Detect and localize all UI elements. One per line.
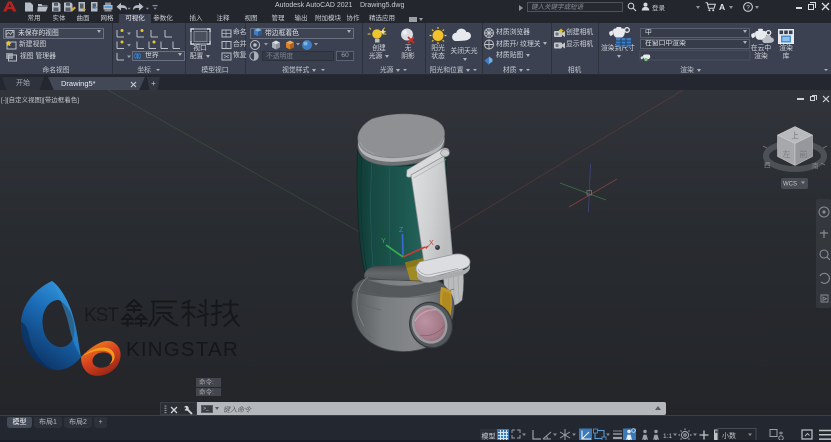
svg-text:南: 南 (812, 161, 819, 170)
svg-text:1:1: 1:1 (663, 433, 672, 440)
svg-text:KINGSTAR: KINGSTAR (126, 338, 239, 361)
svg-text:WCS: WCS (783, 182, 797, 188)
svg-text:左: 左 (783, 149, 791, 159)
svg-text:X: X (429, 240, 434, 247)
svg-text:Z: Z (399, 227, 404, 234)
svg-text:?: ? (746, 4, 750, 11)
svg-text:前: 前 (800, 149, 808, 159)
svg-text:小数: 小数 (722, 431, 736, 440)
svg-text:KST: KST (84, 305, 119, 326)
svg-text:Y: Y (381, 238, 386, 245)
svg-text:上: 上 (791, 131, 799, 140)
svg-text:模型: 模型 (482, 431, 496, 440)
